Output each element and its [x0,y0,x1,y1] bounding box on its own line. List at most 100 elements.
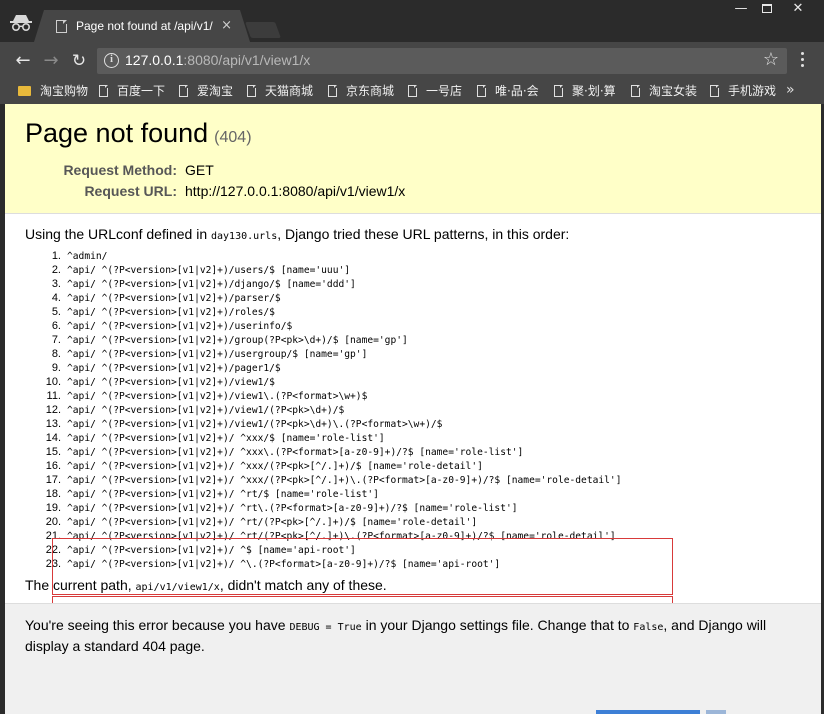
status-code: (404) [214,129,252,146]
browser-toolbar: ← → ↻ i 127.0.0.1:8080/api/v1/view1/x ☆ [0,42,824,80]
pattern-text: ^api/ ^(?P<version>[v1|v2]+)/roles/$ [67,307,275,318]
bookmark-item[interactable]: 淘宝购物 [18,80,88,104]
bookmark-star-icon[interactable]: ☆ [763,49,779,70]
bookmark-label: 聚·划·算 [572,84,616,98]
info-icon[interactable]: i [104,53,119,68]
bookmark-label: 一号店 [426,84,463,98]
url-pattern-item: 1. ^admin/ [25,249,665,263]
intro-text: Using the URLconf defined in [25,226,211,242]
page-icon [631,85,640,97]
bookmark-item[interactable]: 京东商城 [328,80,394,104]
url-pattern-item: 5. ^api/ ^(?P<version>[v1|v2]+)/roles/$ [25,305,665,319]
pattern-text: ^api/ ^(?P<version>[v1|v2]+)/usergroup/$… [67,349,368,360]
pattern-number: 7. [51,334,61,346]
pattern-number: 17. [45,474,61,486]
address-url[interactable]: 127.0.0.1:8080/api/v1/view1/x [125,52,310,68]
pattern-number: 11. [46,390,61,402]
pattern-text: ^api/ ^(?P<version>[v1|v2]+)/view1/(?P<p… [67,405,345,416]
browser-menu-icon[interactable] [795,52,809,72]
page-icon [710,85,719,97]
bookmark-item[interactable]: 聚·划·算 [554,80,616,104]
bookmark-item[interactable]: 一号店 [408,80,462,104]
reload-button[interactable]: ↻ [68,50,90,72]
no-match-message: The current path, api/v1/view1/x, didn't… [25,577,387,593]
request-method-value: GET [185,162,214,178]
pattern-text: ^api/ ^(?P<version>[v1|v2]+)/users/$ [na… [67,265,351,276]
outro-text: The current path, [25,577,136,593]
url-pattern-item: 20. ^api/ ^(?P<version>[v1|v2]+)/ ^rt/(?P… [25,515,665,529]
bookmark-item[interactable]: 唯·品·会 [477,80,539,104]
page-icon [179,85,188,97]
expl-text: in your Django settings file. Change tha… [361,617,634,633]
pattern-number: 16. [45,460,61,472]
current-path: api/v1/view1/x [135,582,220,593]
page-icon [477,85,486,97]
explanation-text: You're seeing this error because you hav… [25,616,795,655]
pattern-text: ^admin/ [67,251,108,262]
url-pattern-item: 9. ^api/ ^(?P<version>[v1|v2]+)/pager1/$ [25,361,665,375]
close-window-button[interactable]: ✕ [778,0,818,20]
tab-close-icon[interactable]: × [221,18,232,33]
page-icon [247,85,256,97]
pattern-number: 20. [45,516,61,528]
forward-button[interactable]: → [40,50,62,72]
pattern-number: 10. [45,376,61,388]
tab-title: Page not found at /api/v1/ [76,19,213,33]
pattern-number: 14. [45,432,61,444]
pattern-number: 2. [51,264,61,276]
pattern-number: 8. [51,348,61,360]
bookmark-label: 淘宝购物 [40,84,89,98]
url-pattern-list: 1. ^admin/2. ^api/ ^(?P<version>[v1|v2]+)/… [25,249,665,571]
request-url-row: Request URL: http://127.0.0.1:8080/api/v1… [25,183,405,204]
false-code: False [633,622,664,633]
browser-tab[interactable]: Page not found at /api/v1/ × [34,10,250,42]
url-pattern-item: 19. ^api/ ^(?P<version>[v1|v2]+)/ ^rt\.(?… [25,501,665,515]
request-method-label: Request Method: [63,162,177,178]
url-pattern-item: 3. ^api/ ^(?P<version>[v1|v2]+)/django/$ … [25,277,665,291]
bookmark-label: 手机游戏 [728,84,777,98]
bookmarks-overflow-icon[interactable]: » [786,82,795,98]
request-info: Request Method: GET Request URL: http://12… [25,162,405,204]
url-pattern-item: 13. ^api/ ^(?P<version>[v1|v2]+)/view1/(?… [25,417,665,431]
urlconf-intro: Using the URLconf defined in day130.urls… [25,226,569,242]
pattern-text: ^api/ ^(?P<version>[v1|v2]+)/pager1/$ [67,363,281,374]
bookmark-item[interactable]: 天猫商城 [247,80,313,104]
urlconf-module: day130.urls [211,231,278,242]
url-pattern-item: 18. ^api/ ^(?P<version>[v1|v2]+)/ ^rt/$ [… [25,487,665,501]
pattern-text: ^api/ ^(?P<version>[v1|v2]+)/ ^rt/$ [nam… [67,489,379,500]
url-pattern-item: 17. ^api/ ^(?P<version>[v1|v2]+)/ ^xxx/(?… [25,473,665,487]
request-url-value: http://127.0.0.1:8080/api/v1/view1/x [185,183,406,199]
url-pattern-item: 14. ^api/ ^(?P<version>[v1|v2]+)/ ^xxx/$ … [25,431,665,445]
pattern-number: 12. [45,404,61,416]
folder-icon [18,86,31,96]
url-path: :8080/api/v1/view1/x [183,52,311,68]
bookmark-item[interactable]: 手机游戏 [710,80,776,104]
title-bar: Page not found at /api/v1/ × — ✕ [0,0,824,42]
new-tab-button[interactable] [245,22,281,38]
pattern-number: 19. [45,502,61,514]
bookmarks-bar: 淘宝购物 百度一下 爱淘宝 天猫商城 京东商城 一号店 唯·品·会 聚·划·算 … [0,80,824,104]
maximize-icon [762,4,772,13]
pattern-text: ^api/ ^(?P<version>[v1|v2]+)/group(?P<pk… [67,335,408,346]
url-pattern-item: 8. ^api/ ^(?P<version>[v1|v2]+)/usergroup… [25,347,665,361]
bookmark-item[interactable]: 淘宝女装 [631,80,697,104]
page-favicon-icon [56,20,67,33]
outro-text: , didn't match any of these. [219,577,387,593]
url-pattern-item: 11. ^api/ ^(?P<version>[v1|v2]+)/view1\.(… [25,389,665,403]
pattern-number: 3. [51,278,61,290]
pattern-number: 15. [45,446,61,458]
page-icon [328,85,337,97]
pattern-number: 18. [45,488,61,500]
url-pattern-item: 12. ^api/ ^(?P<version>[v1|v2]+)/view1/(?… [25,403,665,417]
incognito-icon [10,15,32,32]
pattern-number: 6. [51,320,61,332]
address-bar[interactable]: i 127.0.0.1:8080/api/v1/view1/x ☆ [97,48,787,74]
back-button[interactable]: ← [12,50,34,72]
taskbar-indicator [706,710,726,714]
pattern-text: ^api/ ^(?P<version>[v1|v2]+)/ ^xxx/(?P<p… [67,475,622,486]
pattern-number: 1. [51,250,61,262]
bookmark-item[interactable]: 爱淘宝 [179,80,233,104]
pattern-text: ^api/ ^(?P<version>[v1|v2]+)/parser/$ [67,293,281,304]
bookmark-item[interactable]: 百度一下 [99,80,165,104]
bookmark-label: 淘宝女装 [649,84,698,98]
